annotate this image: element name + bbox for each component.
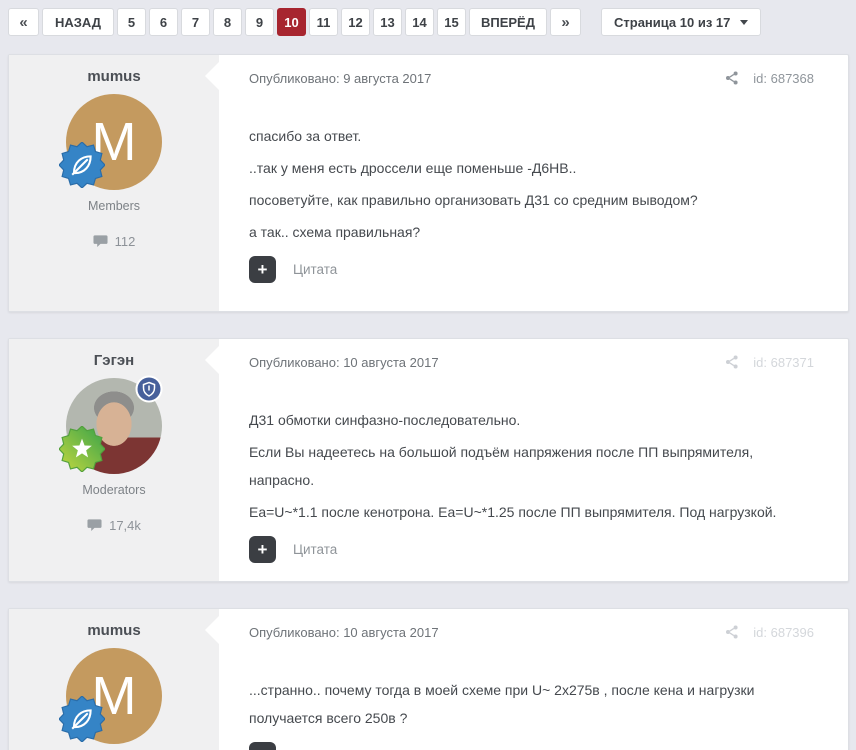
pagination-page-7[interactable]: 7 — [181, 8, 210, 36]
content-tail — [205, 616, 219, 644]
quote-row: + Цитата — [249, 536, 814, 563]
post-meta: id: 687396 — [724, 624, 814, 640]
post-content: Опубликовано: 9 августа 2017 id: 687368 … — [205, 55, 848, 311]
page-selector-dropdown[interactable]: Страница 10 из 17 — [601, 8, 762, 36]
post-card-1: mumus M Members 112 Опубликовано: 9 авгу… — [8, 54, 849, 312]
pagination-page-12[interactable]: 12 — [341, 8, 370, 36]
post-paragraph: ...странно.. почему тогда в моей схеме п… — [249, 682, 755, 726]
comment-count-value: 17,4k — [109, 518, 141, 533]
post-paragraph: ..так у меня есть дроссели еще поменьше … — [249, 160, 577, 176]
content-tail — [205, 346, 219, 374]
quote-link[interactable]: Цитата — [293, 542, 337, 557]
pagination-first-button[interactable]: « — [8, 8, 39, 36]
comment-count: 112 — [93, 234, 136, 249]
speech-bubble-icon — [87, 519, 102, 531]
chevron-down-icon — [740, 19, 749, 25]
plus-icon: + — [257, 260, 268, 279]
post-paragraph: спасибо за ответ. — [249, 128, 362, 144]
post-id[interactable]: id: 687371 — [753, 355, 814, 370]
share-icon[interactable] — [724, 354, 740, 370]
post-id[interactable]: id: 687368 — [753, 71, 814, 86]
pagination-page-15[interactable]: 15 — [437, 8, 466, 36]
post-paragraph: посоветуйте, как правильно организовать … — [249, 192, 698, 208]
pagination: « НАЗАД 5 6 7 8 9 10 11 12 13 14 15 ВПЕР… — [8, 8, 849, 36]
plus-icon: + — [257, 540, 268, 559]
post-author-pane: Гэгэн Moderators 17,4k — [9, 339, 219, 581]
post-paragraph: а так.. схема правильная? — [249, 224, 421, 240]
content-tail — [205, 62, 219, 90]
pagination-last-button[interactable]: » — [550, 8, 581, 36]
share-icon[interactable] — [724, 70, 740, 86]
post-card-2: Гэгэн Moderators 17,4k Опубликовано: 10 … — [8, 338, 849, 582]
post-paragraph: Если Вы надеетесь на большой подъём напр… — [249, 444, 754, 488]
pagination-forward-button[interactable]: ВПЕРЁД — [469, 8, 547, 36]
post-card-3: mumus M Members Опубликовано: 10 августа… — [8, 608, 849, 750]
pagination-page-6[interactable]: 6 — [149, 8, 178, 36]
pagination-page-9[interactable]: 9 — [245, 8, 274, 36]
post-header: Опубликовано: 10 августа 2017 id: 687371 — [249, 354, 814, 370]
green-star-seal-badge-icon — [59, 426, 105, 472]
post-id[interactable]: id: 687396 — [753, 625, 814, 640]
speech-bubble-icon — [93, 235, 108, 247]
post-paragraph: Ea=U~*1.1 после кенотрона. Ea=U~*1.25 по… — [249, 504, 777, 520]
quote-row: + Цитата — [249, 256, 814, 283]
comment-count-value: 112 — [114, 234, 136, 249]
author-link[interactable]: mumus — [87, 68, 140, 85]
forum-page: « НАЗАД 5 6 7 8 9 10 11 12 13 14 15 ВПЕР… — [0, 0, 856, 750]
post-author-pane: mumus M Members 112 — [9, 55, 219, 311]
author-link[interactable]: mumus — [87, 622, 140, 639]
page-selector-label: Страница 10 из 17 — [614, 14, 731, 30]
pagination-page-13[interactable]: 13 — [373, 8, 402, 36]
pagination-back-button[interactable]: НАЗАД — [42, 8, 114, 36]
avatar-wrap — [59, 375, 163, 474]
pagination-page-10-active[interactable]: 10 — [277, 8, 306, 36]
post-header: Опубликовано: 9 августа 2017 id: 687368 — [249, 70, 814, 86]
post-author-pane: mumus M Members — [9, 609, 219, 750]
post-content: Опубликовано: 10 августа 2017 id: 687396… — [205, 609, 848, 750]
blue-leaf-seal-badge-icon — [59, 142, 105, 188]
pagination-page-14[interactable]: 14 — [405, 8, 434, 36]
quote-plus-button[interactable]: + — [249, 256, 276, 283]
post-paragraph: Д31 обмотки синфазно-последовательно. — [249, 412, 521, 428]
blue-leaf-seal-badge-icon — [59, 696, 105, 742]
avatar-wrap: M — [59, 648, 162, 744]
post-content: Опубликовано: 10 августа 2017 id: 687371… — [205, 339, 848, 581]
pagination-page-11[interactable]: 11 — [309, 8, 338, 36]
group-label: Moderators — [82, 483, 146, 497]
post-body: Д31 обмотки синфазно-последовательно. Ес… — [249, 406, 814, 526]
group-label: Members — [87, 199, 141, 213]
avatar-wrap: M — [59, 94, 162, 190]
post-meta: id: 687368 — [724, 70, 814, 86]
published-label: Опубликовано: 10 августа 2017 — [249, 624, 439, 640]
navy-shield-badge-icon — [135, 375, 163, 403]
published-label: Опубликовано: 9 августа 2017 — [249, 70, 432, 86]
pagination-page-8[interactable]: 8 — [213, 8, 242, 36]
quote-row: + Цитата — [249, 742, 814, 750]
post-body: спасибо за ответ. ..так у меня есть дрос… — [249, 122, 814, 246]
pagination-page-5[interactable]: 5 — [117, 8, 146, 36]
comment-count: 17,4k — [87, 518, 141, 533]
post-header: Опубликовано: 10 августа 2017 id: 687396 — [249, 624, 814, 640]
quote-link[interactable]: Цитата — [293, 262, 337, 277]
share-icon[interactable] — [724, 624, 740, 640]
author-link[interactable]: Гэгэн — [94, 352, 134, 369]
published-label: Опубликовано: 10 августа 2017 — [249, 354, 439, 370]
quote-plus-button[interactable]: + — [249, 742, 276, 750]
quote-plus-button[interactable]: + — [249, 536, 276, 563]
post-meta: id: 687371 — [724, 354, 814, 370]
post-body: ...странно.. почему тогда в моей схеме п… — [249, 676, 814, 732]
